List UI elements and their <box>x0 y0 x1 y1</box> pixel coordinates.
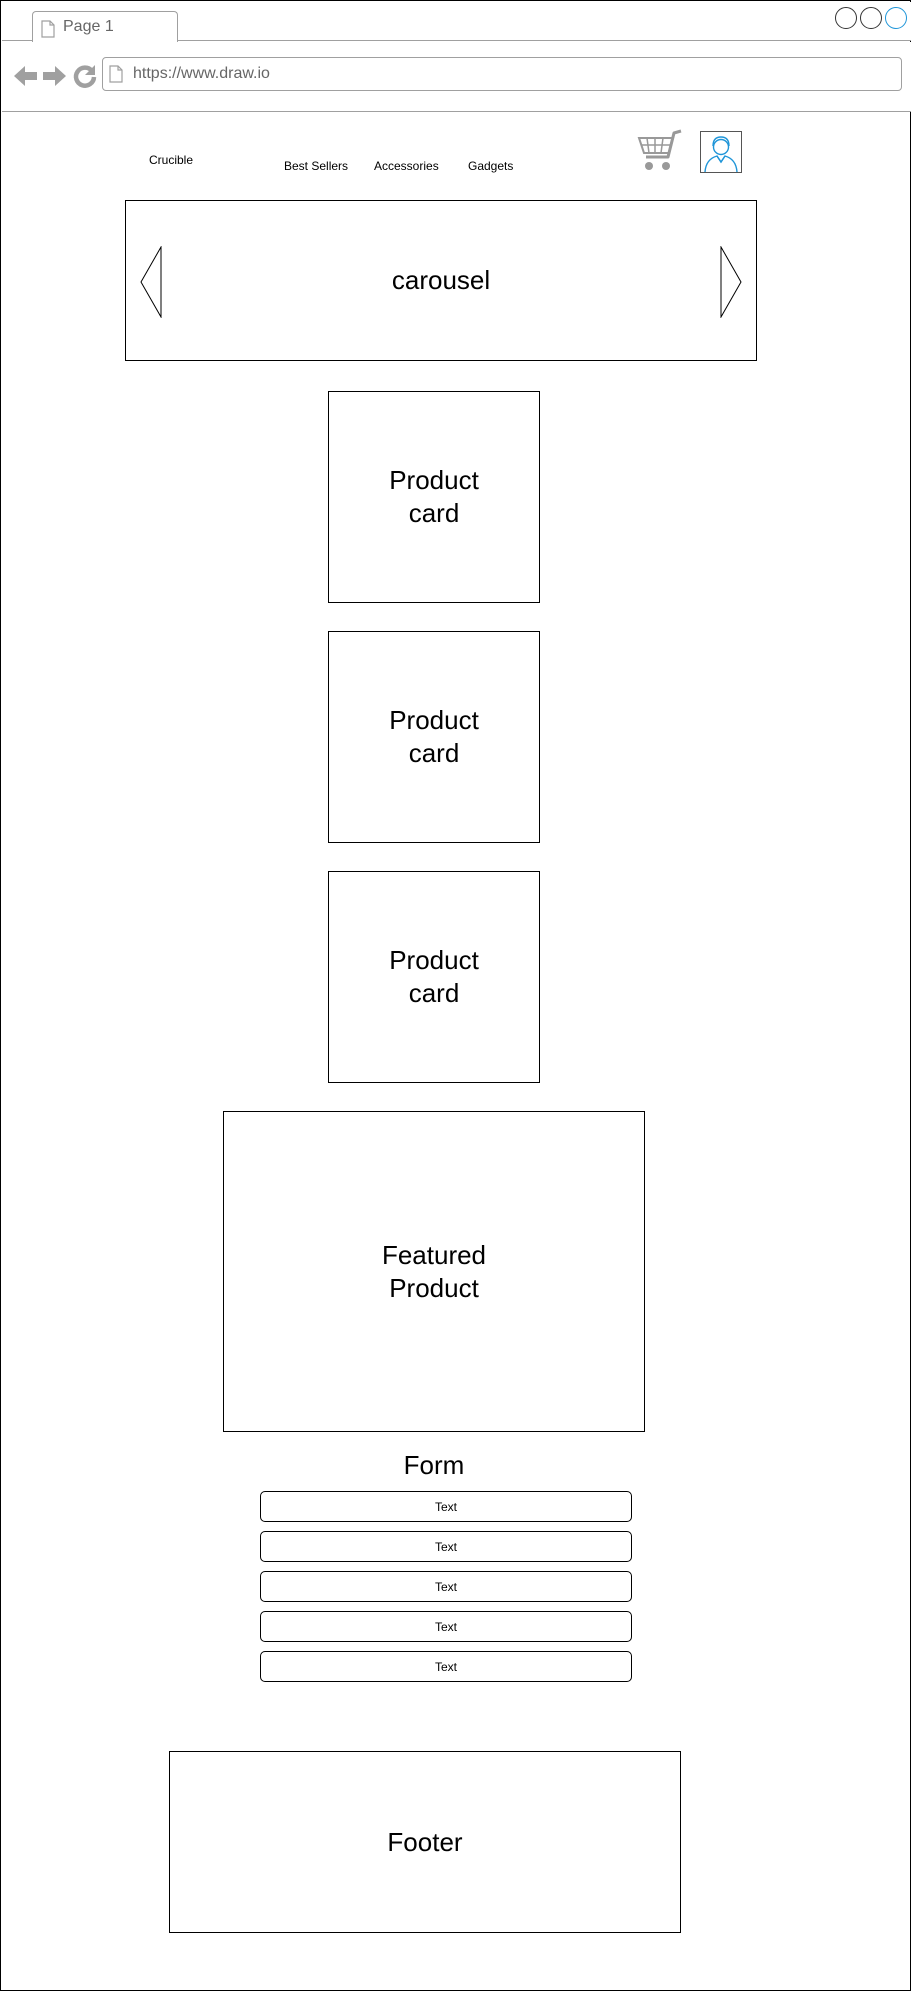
product-card-label: Product card <box>389 945 479 1008</box>
cart-icon[interactable] <box>637 129 683 173</box>
tab-title: Page 1 <box>63 18 114 35</box>
minimize-button[interactable] <box>835 7 857 29</box>
carousel[interactable]: carousel <box>125 200 757 361</box>
carousel-label: carousel <box>391 265 491 295</box>
document-icon <box>41 20 55 38</box>
form-field[interactable] <box>260 1491 632 1522</box>
nav-best-sellers[interactable]: Best Sellers <box>284 159 348 173</box>
nav-accessories[interactable]: Accessories <box>374 159 439 173</box>
product-card-label: Product card <box>389 465 479 528</box>
reload-icon[interactable] <box>71 62 99 90</box>
browser-window: Page 1 https://www.draw.io Crucible Best… <box>0 0 911 1991</box>
chevron-left-icon[interactable] <box>139 246 163 318</box>
tab-page-1[interactable]: Page 1 <box>32 11 178 43</box>
address-bar: https://www.draw.io <box>2 42 911 112</box>
user-avatar-icon[interactable] <box>700 131 742 173</box>
form-title: Form <box>403 1450 465 1480</box>
forward-arrow-icon[interactable] <box>40 62 68 90</box>
product-card[interactable]: Product card <box>328 391 540 603</box>
tab-bar: Page 1 <box>2 2 911 43</box>
featured-product-label: Featured Product <box>381 1239 487 1303</box>
document-icon <box>109 65 123 83</box>
product-card[interactable]: Product card <box>328 871 540 1083</box>
brand-logo[interactable]: Crucible <box>149 153 193 167</box>
maximize-button[interactable] <box>860 7 882 29</box>
form-field[interactable] <box>260 1531 632 1562</box>
back-arrow-icon[interactable] <box>12 62 40 90</box>
form-field[interactable] <box>260 1611 632 1642</box>
product-card-label: Product card <box>389 705 479 768</box>
url-text: https://www.draw.io <box>133 65 270 82</box>
nav-gadgets[interactable]: Gadgets <box>468 159 513 173</box>
close-button[interactable] <box>885 7 907 29</box>
product-card[interactable]: Product card <box>328 631 540 843</box>
footer: Footer <box>169 1751 681 1933</box>
footer-label: Footer <box>387 1826 463 1857</box>
featured-product[interactable]: Featured Product <box>223 1111 645 1432</box>
form-field[interactable] <box>260 1571 632 1602</box>
url-input[interactable]: https://www.draw.io <box>102 57 902 91</box>
form-field[interactable] <box>260 1651 632 1682</box>
chevron-right-icon[interactable] <box>719 246 743 318</box>
